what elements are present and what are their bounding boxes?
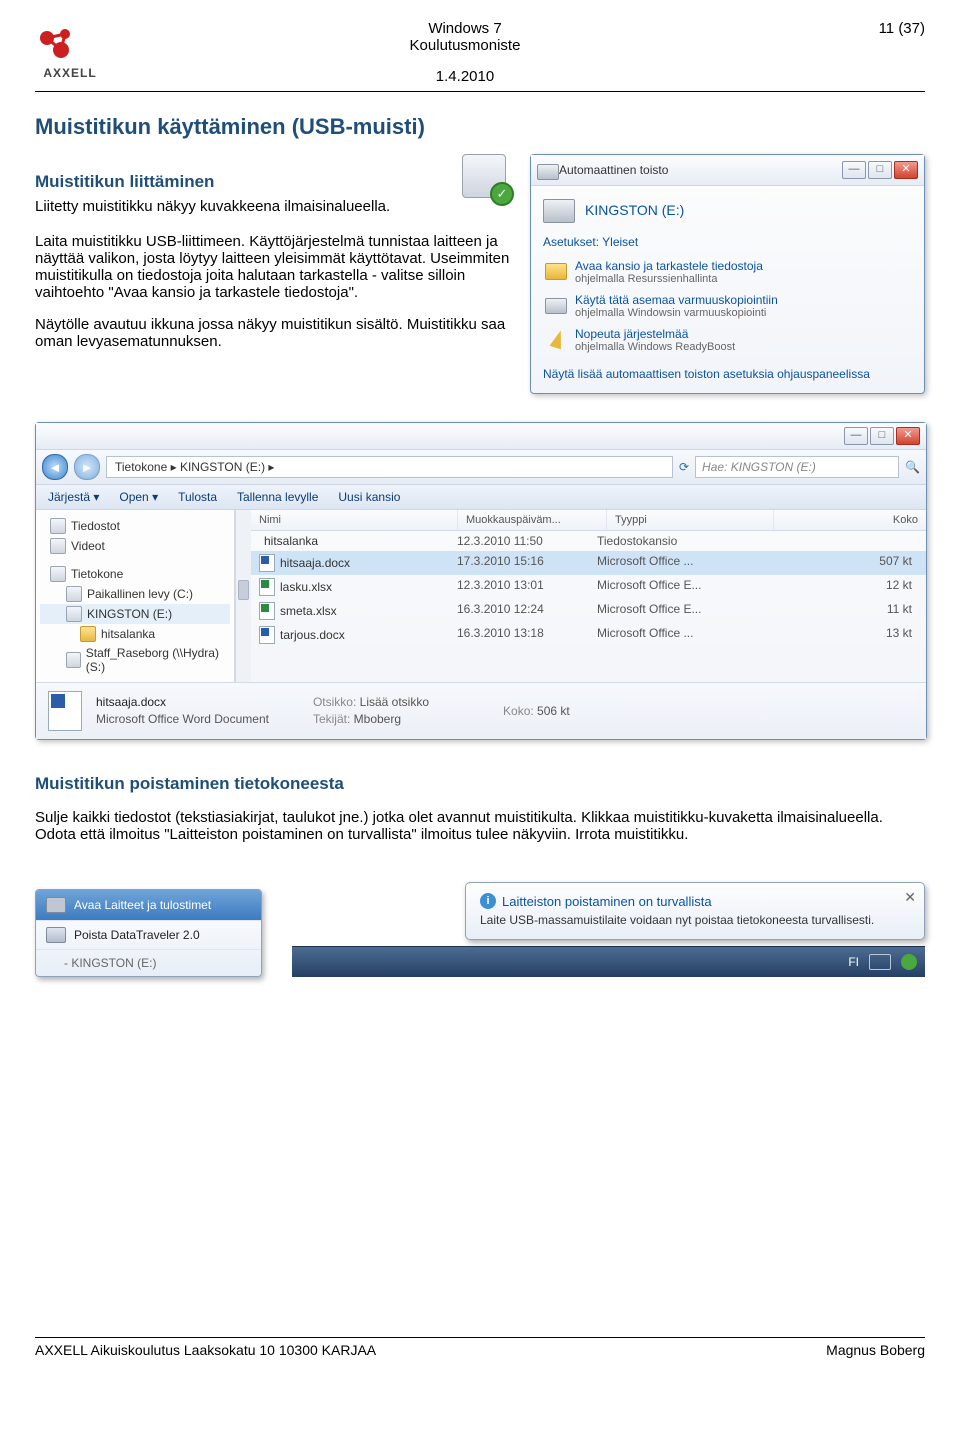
new-folder-button[interactable]: Uusi kansio: [338, 490, 400, 504]
excel-doc-icon: [259, 578, 275, 596]
search-icon[interactable]: 🔍: [905, 460, 920, 474]
organize-button[interactable]: Järjestä ▾: [48, 490, 99, 504]
subsection-1: Muistitikun liittäminen: [35, 172, 512, 192]
footer-right: Magnus Boberg: [826, 1342, 925, 1358]
file-row[interactable]: hitsaaja.docx17.3.2010 15:16Microsoft Of…: [251, 551, 926, 575]
section-title: Muistitikun käyttäminen (USB-muisti): [35, 114, 925, 140]
tree-scrollbar[interactable]: [235, 510, 251, 682]
page-number: 11 (37): [825, 20, 925, 37]
boost-icon: [545, 327, 567, 349]
close-button[interactable]: ✕: [894, 161, 918, 179]
word-doc-icon: [259, 554, 275, 572]
search-input[interactable]: Hae: KINGSTON (E:): [695, 456, 899, 478]
autoplay-window: Automaattinen toisto — □ ✕ KINGSTON (E:)…: [530, 154, 925, 394]
print-button[interactable]: Tulosta: [178, 490, 217, 504]
maximize-button[interactable]: □: [868, 161, 892, 179]
drive-icon: [66, 652, 81, 668]
excel-doc-icon: [259, 602, 275, 620]
autoplay-option-backup[interactable]: Käytä tätä asemaa varmuuskopiointiin ohj…: [543, 289, 912, 323]
tray-lang[interactable]: FI: [848, 955, 859, 969]
file-row[interactable]: hitsalanka12.3.2010 11:50Tiedostokansio: [251, 531, 926, 551]
forward-button[interactable]: ►: [74, 454, 100, 480]
folder-icon: [80, 626, 96, 642]
disk-icon: [545, 293, 567, 315]
word-doc-icon: [48, 691, 82, 731]
details-pane: hitsaaja.docx Microsoft Office Word Docu…: [36, 682, 926, 739]
drive-icon: [66, 586, 82, 602]
refresh-button[interactable]: ⟳: [679, 460, 689, 474]
tree-item[interactable]: Tietokone: [40, 564, 230, 584]
folder-icon: [545, 259, 567, 281]
eject-context-menu: Avaa Laitteet ja tulostimet Poista DataT…: [35, 889, 262, 977]
explorer-close-button[interactable]: ✕: [896, 427, 920, 445]
open-button[interactable]: Open ▾: [119, 490, 158, 504]
safe-remove-balloon: ✕ i Laitteiston poistaminen on turvallis…: [465, 882, 925, 940]
eject-subitem[interactable]: - KINGSTON (E:): [36, 949, 261, 976]
tray-usb-icon[interactable]: [901, 954, 917, 970]
file-row[interactable]: lasku.xlsx12.3.2010 13:01Microsoft Offic…: [251, 575, 926, 599]
minimize-button[interactable]: —: [842, 161, 866, 179]
paragraph-4: Sulje kaikki tiedostot (tekstiasiakirjat…: [35, 809, 925, 843]
drive-icon: [50, 566, 66, 582]
header-date: 1.4.2010: [105, 68, 825, 85]
tree-item[interactable]: Paikallinen levy (C:): [40, 584, 230, 604]
paragraph-2: Laita muistitikku USB-liittimeen. Käyttö…: [35, 233, 512, 301]
tree-item[interactable]: Videot: [40, 536, 230, 556]
drive-icon: [50, 538, 66, 554]
logo-text: AXXELL: [35, 66, 105, 80]
balloon-body: Laite USB-massamuistilaite voidaan nyt p…: [480, 913, 910, 927]
file-row[interactable]: smeta.xlsx16.3.2010 12:24Microsoft Offic…: [251, 599, 926, 623]
back-button[interactable]: ◄: [42, 454, 68, 480]
autoplay-option-readyboost[interactable]: Nopeuta järjestelmää ohjelmalla Windows …: [543, 323, 912, 357]
group-label: Asetukset: Yleiset: [543, 235, 912, 249]
explorer-maximize-button[interactable]: □: [870, 427, 894, 445]
eject-item[interactable]: Poista DataTraveler 2.0: [36, 920, 261, 949]
word-doc-icon: [259, 626, 275, 644]
detail-doctype: Microsoft Office Word Document: [96, 711, 269, 728]
col-header-modified[interactable]: Muokkauspäiväm...: [458, 510, 607, 530]
header-rule: [35, 91, 925, 92]
subsection-2: Muistitikun poistaminen tietokoneesta: [35, 774, 925, 794]
drive-label: KINGSTON (E:): [585, 202, 684, 218]
explorer-minimize-button[interactable]: —: [844, 427, 868, 445]
system-tray: FI: [292, 946, 925, 977]
autoplay-title: Automaattinen toisto: [559, 163, 842, 177]
balloon-title: Laitteiston poistaminen on turvallista: [502, 894, 712, 909]
tree-item[interactable]: Tiedostot: [40, 516, 230, 536]
paragraph-3: Näytölle avautuu ikkuna jossa näkyy muis…: [35, 316, 512, 350]
logo: AXXELL: [35, 20, 105, 80]
col-header-name[interactable]: Nimi: [251, 510, 458, 530]
open-devices-item[interactable]: Avaa Laitteet ja tulostimet: [36, 890, 261, 920]
detail-filename: hitsaaja.docx: [96, 694, 269, 711]
info-icon: i: [480, 893, 496, 909]
autoplay-option-open[interactable]: Avaa kansio ja tarkastele tiedostoja ohj…: [543, 255, 912, 289]
header-title: Windows 7: [105, 20, 825, 37]
tree-item[interactable]: Staff_Raseborg (\\Hydra) (S:): [40, 644, 230, 676]
col-header-size[interactable]: Koko: [774, 510, 926, 530]
usb-icon: [46, 927, 66, 943]
explorer-window: — □ ✕ ◄ ► Tietokone ▸ KINGSTON (E:) ▸ ⟳ …: [35, 422, 927, 740]
autoplay-settings-link[interactable]: Näytä lisää automaattisen toiston asetuk…: [543, 367, 912, 381]
drive-icon: [50, 518, 66, 534]
footer-left: AXXELL Aikuiskoulutus Laaksokatu 10 1030…: [35, 1342, 376, 1358]
nav-tree: TiedostotVideot TietokonePaikallinen levy…: [36, 510, 235, 682]
save-to-disk-button[interactable]: Tallenna levylle: [237, 490, 318, 504]
drive-icon: [66, 606, 82, 622]
drive-icon: [537, 159, 559, 181]
header-subtitle: Koulutusmoniste: [105, 37, 825, 54]
tree-item[interactable]: hitsalanka: [40, 624, 230, 644]
balloon-close-icon[interactable]: ✕: [904, 889, 916, 906]
paragraph-1: Liitetty muistitikku näkyy kuvakkeena il…: [35, 198, 512, 215]
keyboard-icon[interactable]: [869, 954, 891, 970]
breadcrumb[interactable]: Tietokone ▸ KINGSTON (E:) ▸: [106, 456, 673, 478]
file-row[interactable]: tarjous.docx16.3.2010 13:18Microsoft Off…: [251, 623, 926, 647]
tree-item[interactable]: KINGSTON (E:): [40, 604, 230, 624]
usb-tray-icon: ✓: [462, 154, 512, 204]
col-header-type[interactable]: Tyyppi: [607, 510, 774, 530]
printer-icon: [46, 897, 66, 913]
drive-large-icon: [543, 199, 575, 223]
